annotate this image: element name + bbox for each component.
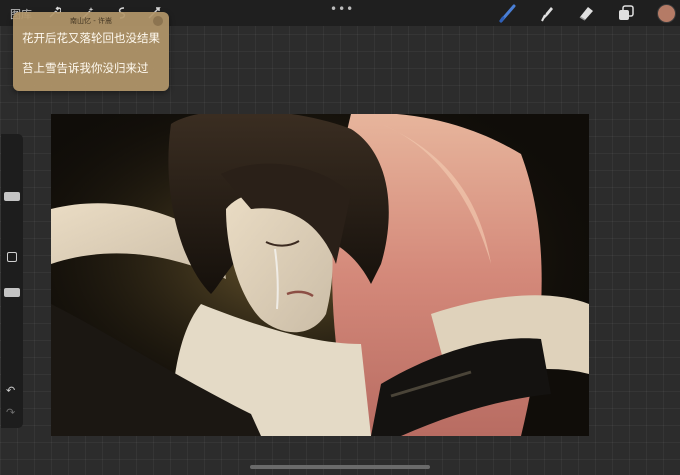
lyric-line-2: 苔上雪告诉我你没归来过 <box>22 61 149 75</box>
layers-icon[interactable] <box>615 3 637 23</box>
eraser-icon[interactable] <box>575 3 597 23</box>
lyric-line-1: 花开后花又落轮回也没结果 <box>22 31 160 45</box>
artwork-illustration <box>51 114 589 436</box>
color-picker-button[interactable] <box>657 4 676 23</box>
drawing-canvas[interactable] <box>51 114 589 436</box>
undo-icon[interactable]: ↶ <box>6 384 15 397</box>
opacity-slider[interactable] <box>4 288 20 297</box>
smudge-icon[interactable] <box>536 3 558 23</box>
redo-icon[interactable]: ↷ <box>6 406 15 419</box>
brush-icon[interactable] <box>497 3 519 23</box>
more-menu-button[interactable]: ••• <box>330 2 354 16</box>
brush-size-slider[interactable] <box>4 192 20 201</box>
left-sidebar: ↶ ↷ <box>1 134 23 428</box>
procreate-app: 图库 ••• 南山忆 - 许嵩 花开后花又落轮回也没结果 <box>0 0 680 475</box>
song-title: 南山忆 - 许嵩 <box>70 17 112 25</box>
home-indicator[interactable] <box>250 465 430 469</box>
music-app-icon <box>153 16 163 26</box>
lyrics-notification: 南山忆 - 许嵩 花开后花又落轮回也没结果 苔上雪告诉我你没归来过 <box>13 12 169 91</box>
modify-button[interactable] <box>7 252 17 262</box>
